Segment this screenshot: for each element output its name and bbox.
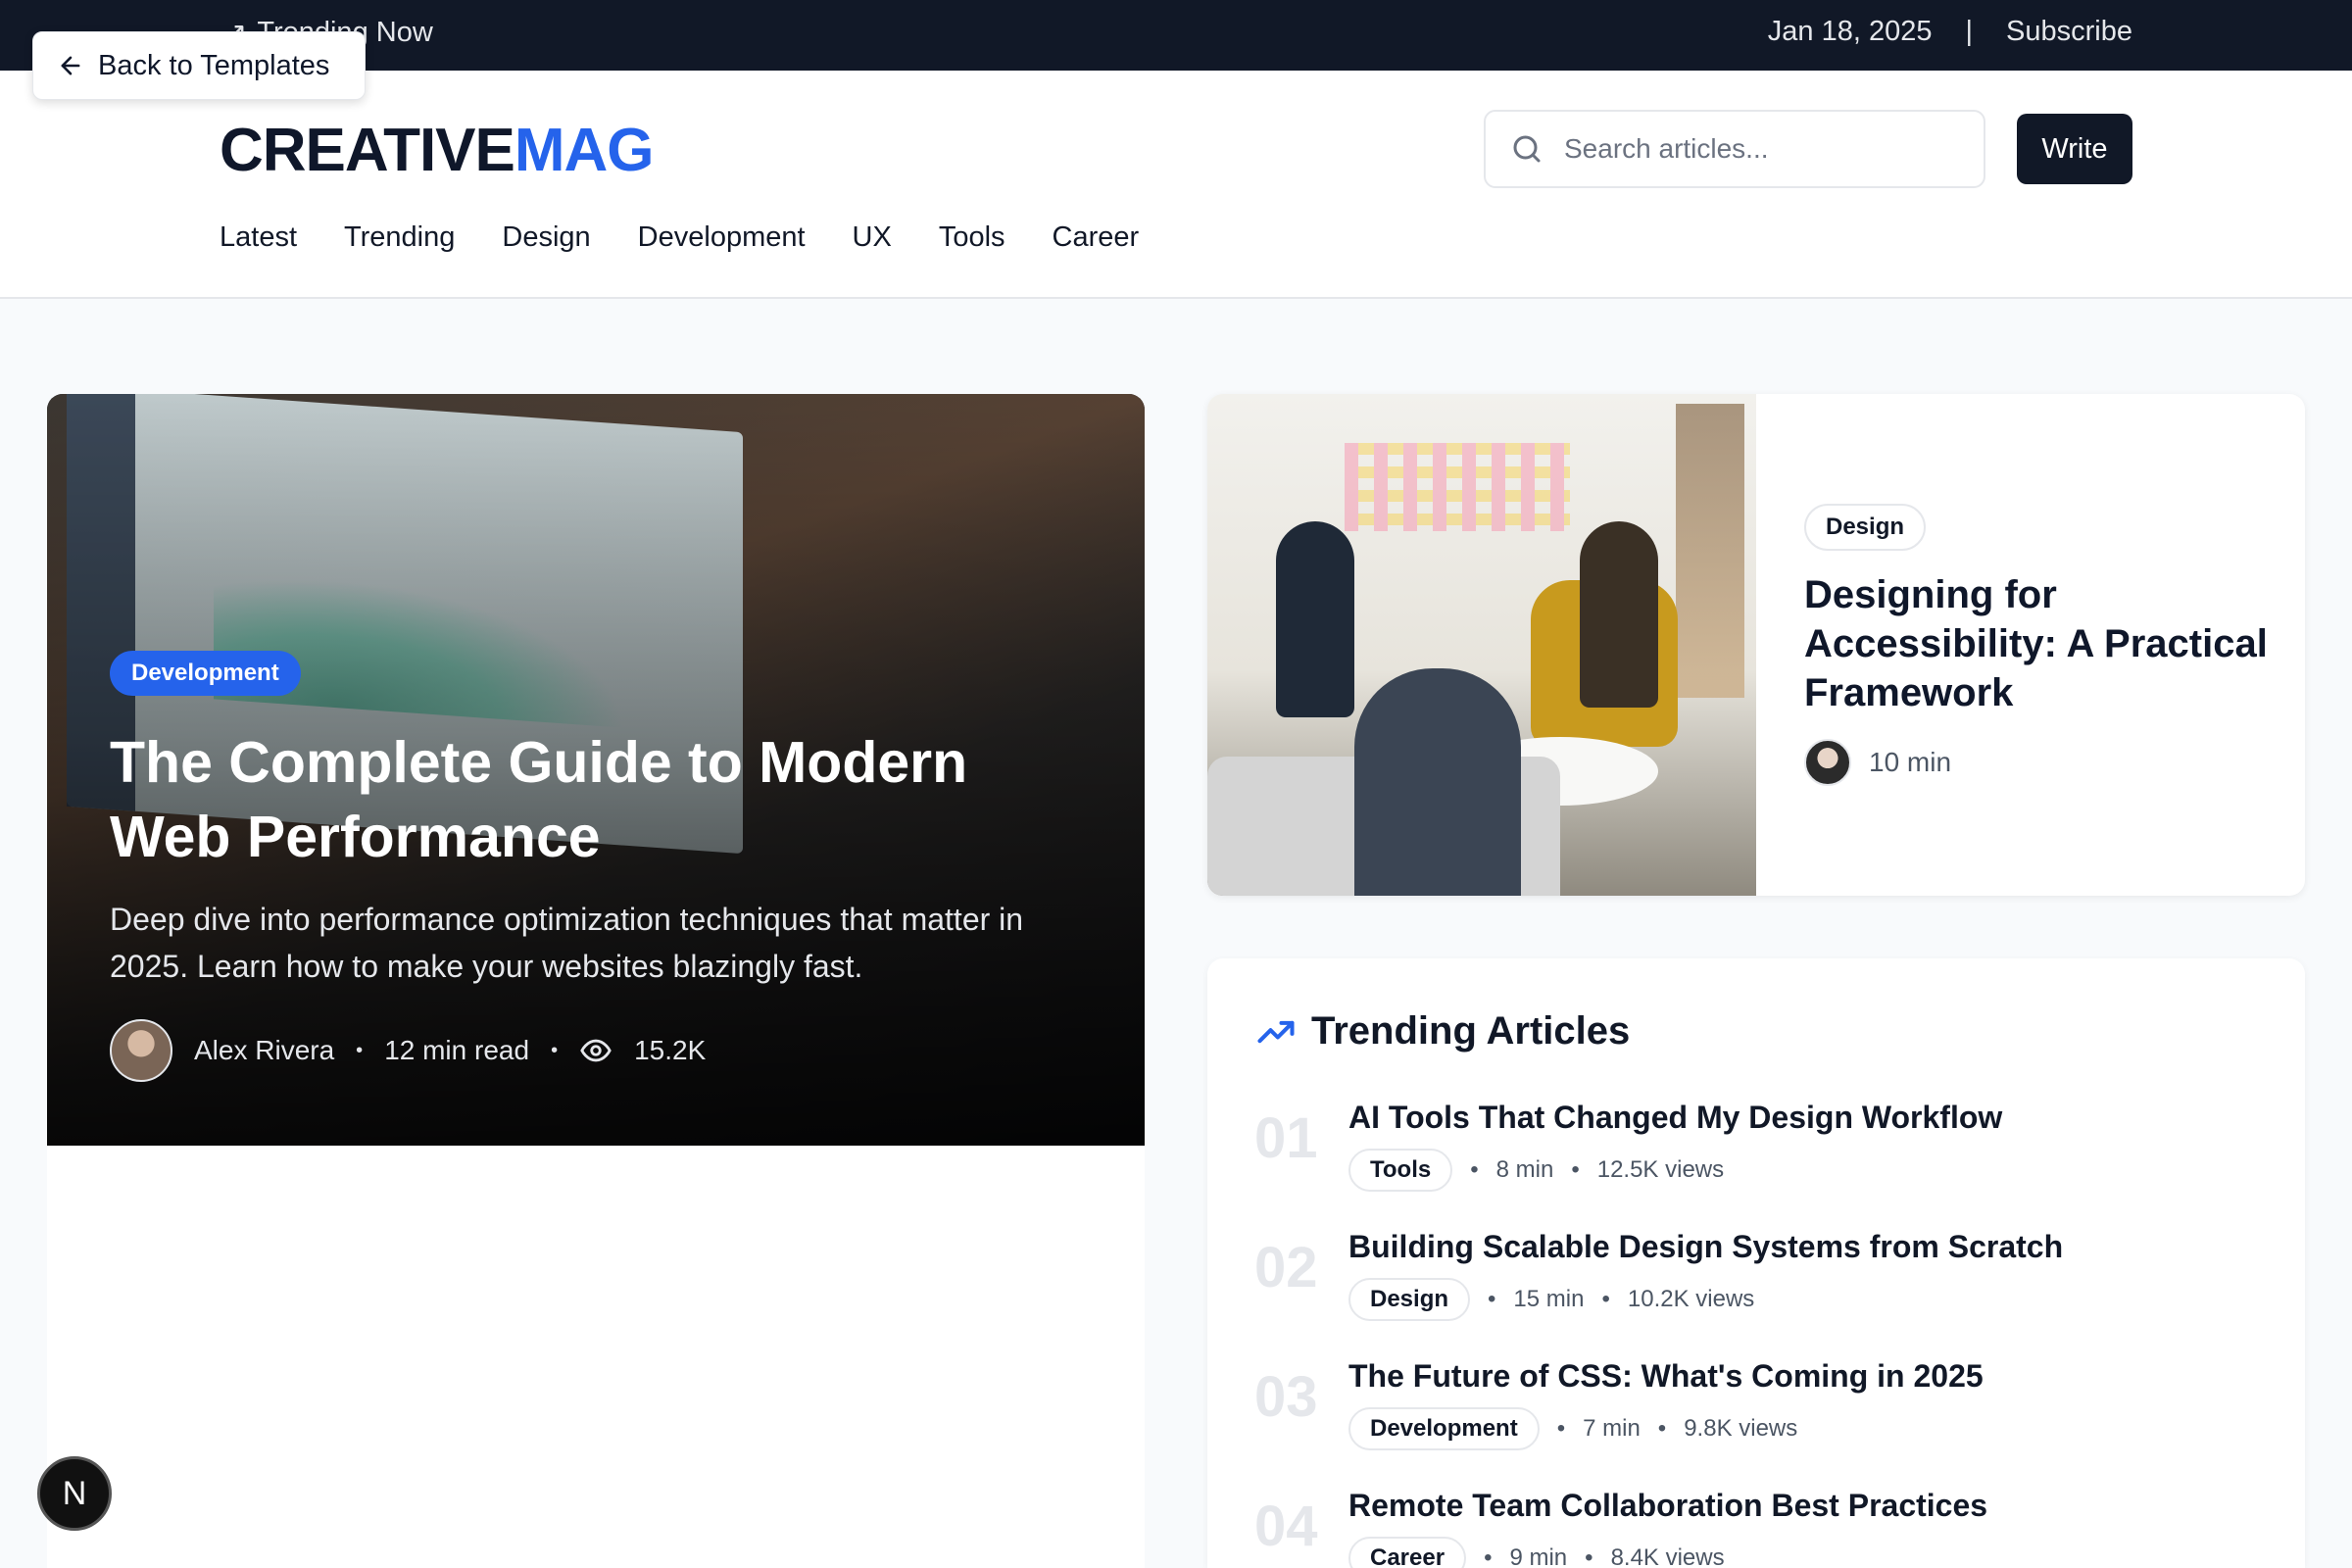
trending-rank: 04: [1254, 1494, 1318, 1558]
featured-read-time: 10 min: [1869, 747, 1952, 777]
hero-description: Deep dive into performance optimization …: [110, 902, 1024, 984]
trending-time: 9 min: [1509, 1544, 1568, 1568]
meta-dot: •: [1470, 1156, 1479, 1183]
separator: |: [1965, 16, 1974, 47]
meta-dot: •: [551, 1039, 559, 1061]
hero-views: 15.2K: [634, 1035, 707, 1065]
trending-tag[interactable]: Career: [1348, 1537, 1467, 1568]
subscribe-link[interactable]: Subscribe: [2006, 16, 2132, 48]
trending-views: 12.5K views: [1596, 1156, 1725, 1183]
author-avatar: [110, 1019, 172, 1082]
person-left: [1276, 521, 1354, 717]
sticky-notes: [1345, 443, 1570, 531]
trending-item[interactable]: 02 Building Scalable Design Systems from…: [1254, 1227, 2063, 1321]
trending-time: 15 min: [1513, 1286, 1585, 1312]
trending-title[interactable]: The Future of CSS: What's Coming in 2025: [1348, 1356, 1984, 1396]
nav-item-ux[interactable]: UX: [853, 221, 892, 254]
search-icon: [1513, 135, 1541, 163]
trending-heading-text: Trending Articles: [1311, 1009, 1631, 1053]
nav-item-tools[interactable]: Tools: [939, 221, 1005, 254]
trending-tag[interactable]: Tools: [1348, 1149, 1453, 1192]
hero-category-badge[interactable]: Development: [110, 651, 301, 696]
hero-article-card[interactable]: Development The Complete Guide to Modern…: [47, 394, 1145, 1146]
write-button[interactable]: Write: [2017, 114, 2132, 184]
trending-rank: 02: [1254, 1236, 1318, 1299]
trending-item[interactable]: 04 Remote Team Collaboration Best Practi…: [1254, 1486, 1987, 1568]
meta-dot: •: [1571, 1156, 1580, 1183]
meta-dot: •: [1488, 1286, 1496, 1312]
meta-dot: •: [1484, 1544, 1493, 1568]
site-header: CREATIVEMAG Write Latest Trending Design…: [0, 71, 2352, 299]
meta-dot: •: [1585, 1544, 1593, 1568]
meta-dot: •: [1601, 1286, 1610, 1312]
meta-dot: •: [356, 1039, 364, 1061]
trending-time: 7 min: [1583, 1415, 1641, 1442]
search-input[interactable]: [1564, 133, 1956, 165]
trending-articles-panel: Trending Articles 01 AI Tools That Chang…: [1207, 958, 2305, 1568]
search-box[interactable]: [1484, 110, 1985, 188]
nav-item-career[interactable]: Career: [1053, 221, 1140, 254]
trending-up-icon: [1257, 1020, 1295, 1043]
back-button-label: Back to Templates: [98, 49, 330, 81]
trending-tag[interactable]: Development: [1348, 1407, 1540, 1450]
featured-meta: 10 min: [1804, 739, 1951, 786]
trending-rank: 01: [1254, 1106, 1318, 1170]
trending-title[interactable]: AI Tools That Changed My Design Workflow: [1348, 1098, 2002, 1137]
nav-item-trending[interactable]: Trending: [344, 221, 455, 254]
hero-card-body: [47, 1146, 1145, 1568]
nav-item-development[interactable]: Development: [638, 221, 806, 254]
hero-meta: Alex Rivera • 12 min read • 15.2K: [110, 1019, 706, 1082]
trending-item[interactable]: 03 The Future of CSS: What's Coming in 2…: [1254, 1356, 1984, 1450]
trending-tag[interactable]: Design: [1348, 1278, 1471, 1321]
site-logo[interactable]: CREATIVEMAG: [220, 116, 655, 185]
featured-author-avatar: [1804, 739, 1851, 786]
eye-icon: [580, 1039, 612, 1062]
nav-item-latest[interactable]: Latest: [220, 221, 297, 254]
featured-meeting-image: [1207, 394, 1756, 896]
person-front: [1354, 668, 1521, 896]
meta-dot: •: [1556, 1415, 1566, 1442]
author-name[interactable]: Alex Rivera: [194, 1035, 334, 1066]
arrow-left-icon: [61, 56, 80, 75]
trending-title[interactable]: Building Scalable Design Systems from Sc…: [1348, 1227, 2063, 1266]
main-nav: Latest Trending Design Development UX To…: [220, 221, 1139, 254]
trending-rank: 03: [1254, 1365, 1318, 1429]
nav-item-design[interactable]: Design: [502, 221, 590, 254]
featured-title[interactable]: Designing for Accessibility: A Practical…: [1804, 570, 2284, 717]
person-right: [1580, 521, 1658, 708]
trending-views: 10.2K views: [1627, 1286, 1755, 1312]
trending-item[interactable]: 01 AI Tools That Changed My Design Workf…: [1254, 1098, 2002, 1192]
trending-title[interactable]: Remote Team Collaboration Best Practices: [1348, 1486, 1987, 1525]
featured-category-badge[interactable]: Design: [1804, 504, 1927, 551]
logo-part-mag: MAG: [514, 117, 655, 184]
top-bar-right: Jan 18, 2025 | Subscribe: [1768, 16, 2132, 48]
meta-dot: •: [1657, 1415, 1667, 1442]
hero-read-time: 12 min read: [384, 1035, 530, 1065]
trending-time: 8 min: [1495, 1156, 1554, 1183]
next-js-badge-button[interactable]: N: [37, 1456, 112, 1531]
back-to-templates-button[interactable]: Back to Templates: [32, 31, 366, 100]
featured-article-card[interactable]: Design Designing for Accessibility: A Pr…: [1207, 394, 2305, 896]
current-date: Jan 18, 2025: [1767, 16, 1933, 47]
trending-views: 8.4K views: [1610, 1544, 1725, 1568]
hero-title[interactable]: The Complete Guide to Modern Web Perform…: [110, 725, 1051, 874]
bookshelf: [1676, 404, 1744, 698]
logo-part-creative: CREATIVE: [220, 117, 515, 184]
trending-views: 9.8K views: [1684, 1415, 1798, 1442]
trending-heading: Trending Articles: [1254, 1009, 1630, 1054]
